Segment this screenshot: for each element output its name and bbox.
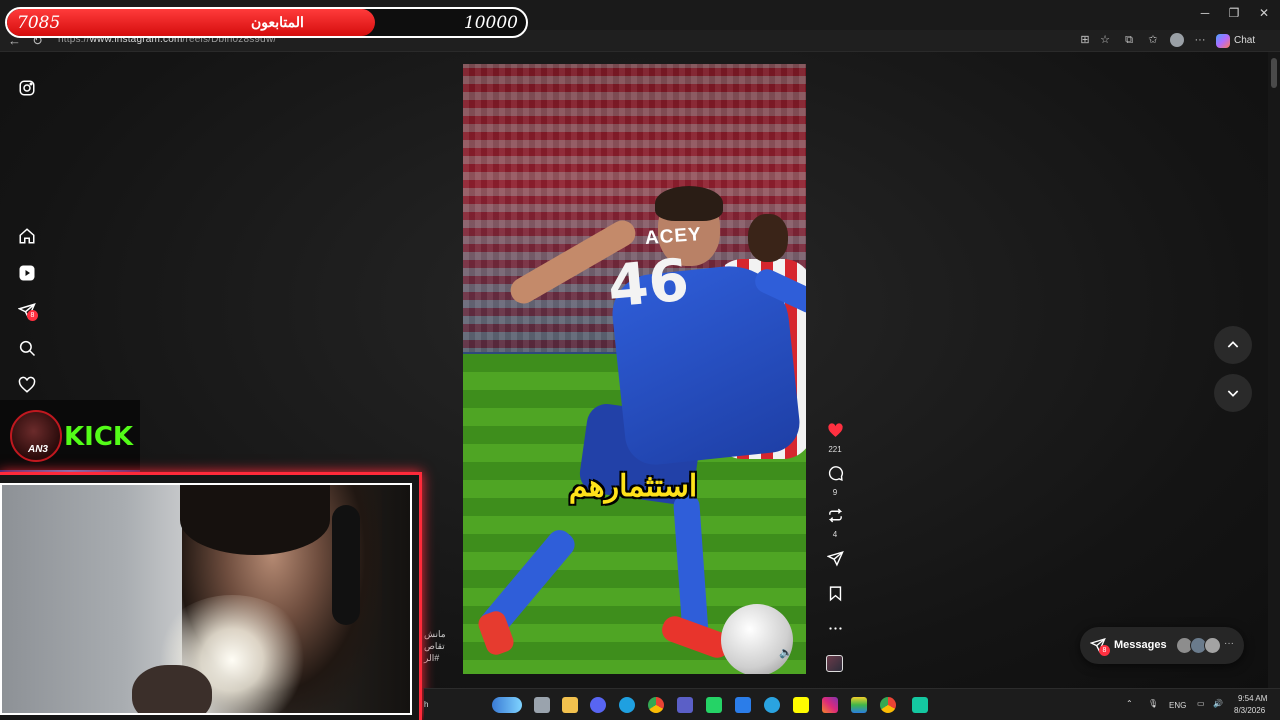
network-icon[interactable]: ▭ — [1197, 699, 1205, 708]
streamer-hand — [132, 665, 212, 713]
player-hair — [655, 186, 723, 221]
whatsapp-icon[interactable] — [706, 697, 722, 713]
instagram-app-icon[interactable] — [822, 697, 838, 713]
kick-overlay: AN3 KICK — [0, 400, 140, 470]
extensions-icon[interactable]: ⧉ — [1122, 33, 1136, 47]
show-hidden-icons-chevron-icon[interactable]: ⌃ — [1126, 699, 1133, 708]
messages-icon[interactable]: 8 — [17, 301, 38, 321]
like-count: 221 — [828, 445, 842, 454]
profile-avatar[interactable] — [1170, 33, 1184, 47]
instagram-logo-icon[interactable] — [17, 78, 37, 98]
streamer-logo-text: AN3 — [27, 444, 48, 455]
volume-icon[interactable]: 🔊 — [1213, 699, 1223, 708]
chevron-down-icon — [1227, 390, 1239, 397]
caption-line: تقاص — [424, 641, 445, 651]
video-caption: استثمارهم — [568, 470, 698, 503]
chat-label: Chat — [1234, 35, 1256, 46]
discord-icon[interactable] — [590, 697, 606, 713]
followers-label: المتابعون — [251, 14, 304, 30]
streaming-app-icon[interactable] — [912, 697, 928, 713]
microphone-icon[interactable]: 🎙 — [1148, 699, 1158, 708]
previous-reel-button[interactable] — [1214, 326, 1252, 364]
more-options-icon[interactable]: ··· — [1193, 33, 1207, 47]
webcam-feed — [0, 483, 412, 715]
messages-label: Messages — [1114, 639, 1167, 651]
original-audio-thumbnail[interactable] — [826, 655, 843, 672]
save-button[interactable] — [822, 585, 848, 607]
kick-wordmark: KICK — [64, 422, 134, 452]
telegram-icon[interactable] — [764, 697, 780, 713]
opponent-player-head — [748, 214, 788, 262]
share-button[interactable] — [822, 550, 848, 572]
reels-icon[interactable] — [17, 263, 37, 283]
followers-current: 7085 — [17, 13, 61, 33]
windows-taskbar: h ⌃ 🎙 ENG ▭ 🔊 9:54 AM 8/3/2026 — [424, 688, 1280, 720]
chrome-icon[interactable] — [648, 697, 664, 713]
reel-video[interactable]: ACEY 46 استثمارهم 🔈 — [463, 64, 806, 674]
chevron-up-icon — [1227, 341, 1239, 348]
app-available-icon[interactable]: ⊞ — [1078, 33, 1092, 47]
streamer-hair — [180, 485, 330, 555]
copilot-chat-button[interactable]: Chat — [1216, 32, 1255, 50]
comment-count: 9 — [832, 488, 838, 497]
restore-icon[interactable]: ❐ — [1219, 6, 1249, 20]
language-indicator[interactable]: ENG — [1169, 701, 1186, 710]
notifications-heart-icon[interactable] — [17, 375, 37, 395]
home-icon[interactable] — [17, 226, 37, 246]
repost-button[interactable]: 4 — [822, 507, 848, 539]
bluestacks-icon[interactable] — [851, 697, 867, 713]
streamer-logo: AN3 — [10, 410, 62, 462]
more-contacts-icon: ··· — [1224, 638, 1234, 649]
favorite-star-icon[interactable]: ☆ — [1098, 33, 1112, 47]
followers-progress-fill — [7, 9, 375, 36]
messages-pill[interactable]: 8 Messages ··· — [1080, 627, 1244, 664]
clock-date[interactable]: 8/3/2026 — [1234, 706, 1265, 715]
search-icon[interactable] — [17, 338, 37, 358]
next-reel-button[interactable] — [1214, 374, 1252, 412]
followers-goal: 10000 — [463, 13, 518, 33]
comment-button[interactable]: 9 — [822, 465, 848, 497]
search-box-fragment[interactable]: h — [424, 700, 428, 709]
widgets-icon[interactable] — [492, 697, 522, 713]
caption-line: #الر — [424, 653, 440, 663]
page-scrollbar[interactable] — [1268, 52, 1280, 688]
copilot-icon — [1216, 34, 1230, 48]
snapchat-icon[interactable] — [793, 697, 809, 713]
audio-mute-icon[interactable]: 🔈 — [779, 646, 793, 659]
like-button[interactable]: 221 — [822, 422, 848, 454]
chrome-profile-icon[interactable] — [880, 697, 896, 713]
contact-avatar — [1204, 637, 1221, 654]
followers-goal-widget: 7085 المتابعون 10000 — [5, 7, 528, 38]
more-options-button[interactable] — [822, 620, 848, 642]
repost-count: 4 — [832, 530, 838, 539]
clock-time[interactable]: 9:54 AM — [1238, 694, 1267, 703]
football — [721, 604, 793, 674]
jersey-number: 46 — [605, 245, 692, 321]
edge-icon[interactable] — [619, 697, 635, 713]
security-shield-icon[interactable] — [735, 697, 751, 713]
messages-badge: 8 — [27, 310, 38, 321]
minimize-icon[interactable]: ─ — [1190, 6, 1220, 20]
teams-icon[interactable] — [677, 697, 693, 713]
favorites-icon[interactable]: ✩ — [1146, 33, 1160, 47]
scrollbar-thumb[interactable] — [1271, 58, 1277, 88]
post-caption-fragment: مانش تقاص #الر — [424, 628, 446, 664]
file-explorer-icon[interactable] — [562, 697, 578, 713]
headset — [332, 505, 360, 625]
caption-line: مانش — [424, 629, 446, 639]
task-view-icon[interactable] — [534, 697, 550, 713]
close-icon[interactable]: ✕ — [1249, 6, 1279, 20]
webcam-overlay — [0, 472, 422, 720]
messages-pill-badge: 8 — [1099, 645, 1110, 656]
